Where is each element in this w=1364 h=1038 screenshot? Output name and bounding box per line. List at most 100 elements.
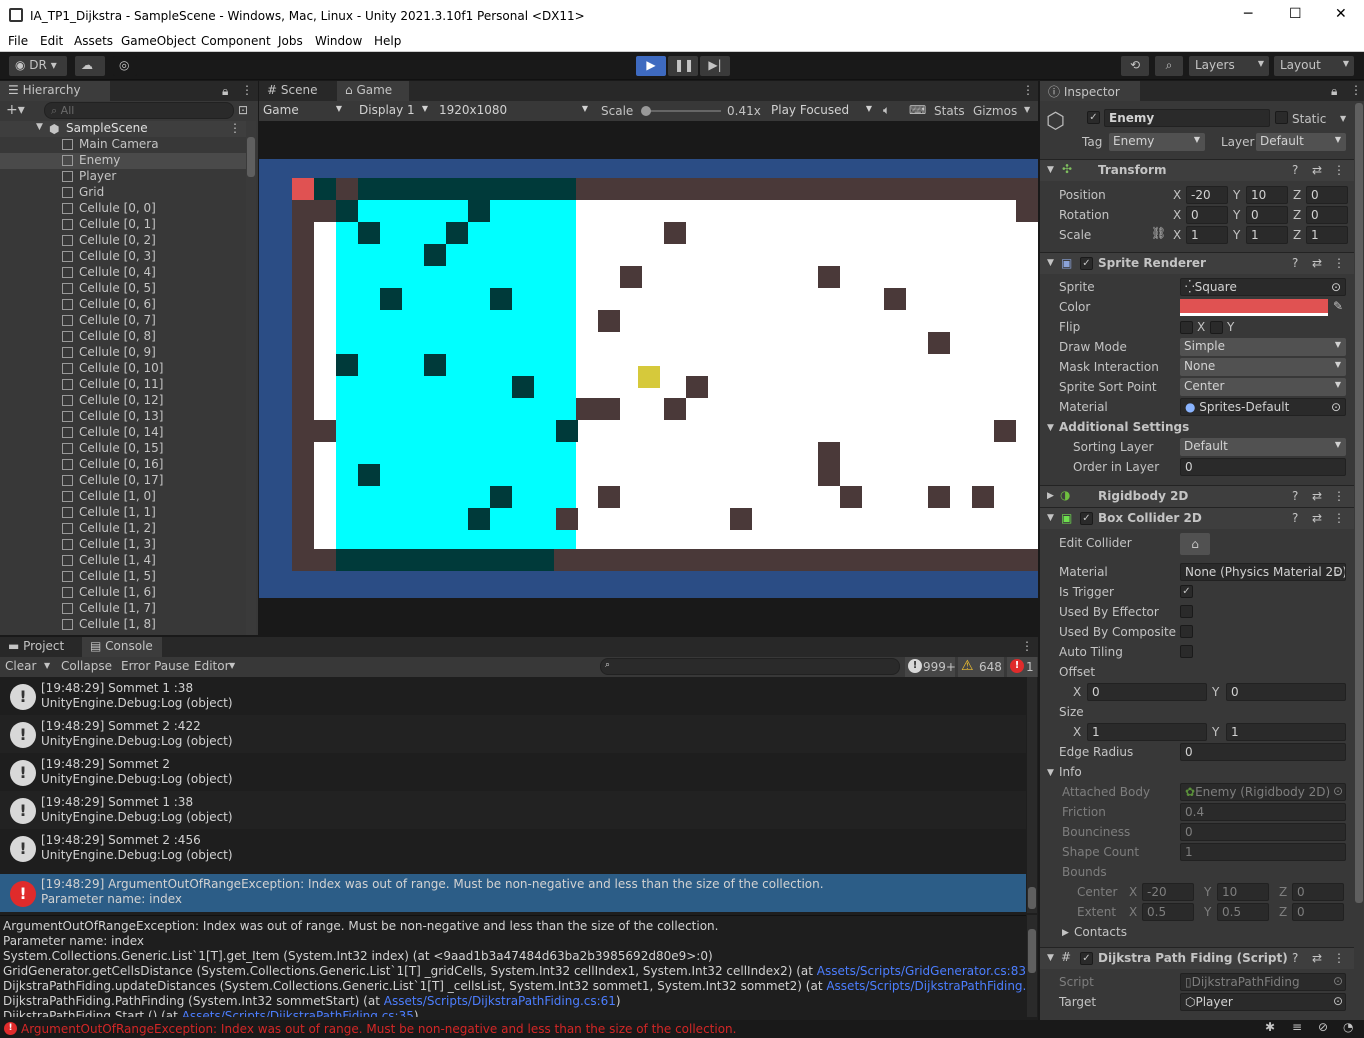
hierarchy-item[interactable]: Cellule [0, 7] [0,313,246,329]
scale-slider-thumb[interactable] [641,106,651,116]
menu-dots-icon[interactable]: ⋮ [1350,83,1362,97]
eyedropper-icon[interactable]: ✎ [1333,299,1343,313]
rotation-y-input[interactable]: 0 [1246,206,1288,224]
log-row[interactable]: ! [19:48:29] Sommet 1 :38 UnityEngine.Debu… [0,791,1026,829]
static-checkbox[interactable] [1275,111,1288,124]
component-menu-icon[interactable]: ⋮ [1333,511,1345,525]
hierarchy-item[interactable]: Cellule [0, 16] [0,457,246,473]
error-pause-button[interactable]: Error Pause [121,659,189,673]
position-z-input[interactable]: 0 [1306,186,1348,204]
hierarchy-scrollbar[interactable] [246,121,256,635]
inspector-scrollbar[interactable] [1354,101,1364,1020]
source-link[interactable]: Assets/Scripts/DijkstraPathFiding.cs:35 [182,1009,414,1017]
gizmos-button[interactable]: Gizmos [973,104,1017,118]
foldout-arrow-icon[interactable]: ▼ [1047,258,1054,268]
color-field[interactable] [1180,299,1328,316]
status-message[interactable]: ArgumentOutOfRangeException: Index was o… [21,1022,736,1036]
scrollbar-thumb[interactable] [247,137,255,177]
minimize-icon[interactable]: ─ [1244,6,1252,22]
contacts-foldout[interactable]: Contacts [1074,925,1127,939]
rotation-x-input[interactable]: 0 [1186,206,1228,224]
edge-radius-input[interactable]: 0 [1180,743,1346,761]
info-foldout[interactable]: Info [1059,765,1082,779]
box-collider-enabled-checkbox[interactable]: ✓ [1080,512,1093,525]
search-button[interactable]: ⌕ [1155,56,1183,76]
database-icon[interactable]: ≡ [1292,1020,1302,1034]
help-icon[interactable]: ? [1292,256,1298,270]
step-button[interactable]: ▶| [700,56,730,76]
scrollbar-thumb[interactable] [1028,929,1036,973]
order-in-layer-input[interactable]: 0 [1180,458,1346,476]
menu-help[interactable]: Help [374,34,401,48]
collider-material-field[interactable]: None (Physics Material 2D) [1180,563,1346,581]
hierarchy-item[interactable]: Cellule [0, 15] [0,441,246,457]
size-y-input[interactable]: 1 [1226,723,1346,741]
position-y-input[interactable]: 10 [1246,186,1288,204]
hierarchy-item[interactable]: Cellule [0, 8] [0,329,246,345]
account-button[interactable]: ◉ DR ▾ [9,56,67,76]
collapse-button[interactable]: Collapse [61,659,112,673]
preset-icon[interactable]: ⇄ [1312,489,1322,503]
hierarchy-item[interactable]: Cellule [0, 9] [0,345,246,361]
layer-dropdown[interactable]: Default [1256,133,1346,151]
hierarchy-item[interactable]: Main Camera [0,137,246,153]
foldout-arrow-icon[interactable]: ▶ [1047,491,1054,501]
component-menu-icon[interactable]: ⋮ [1333,163,1345,177]
hierarchy-item[interactable]: Cellule [0, 17] [0,473,246,489]
component-menu-icon[interactable]: ⋮ [1333,951,1345,965]
flip-x-checkbox[interactable] [1180,321,1193,334]
menu-gameobject[interactable]: GameObject [121,34,196,48]
info-count-toggle[interactable]: ! 999+ [905,657,956,677]
hierarchy-item[interactable]: Cellule [1, 1] [0,505,246,521]
play-button[interactable]: ▶ [636,56,666,76]
hierarchy-search-input[interactable]: ⌕ All [44,102,234,119]
foldout-arrow-icon[interactable]: ▼ [1047,423,1054,433]
console-search-input[interactable]: ⌕ [600,658,900,675]
active-checkbox[interactable]: ✓ [1087,111,1100,124]
hierarchy-item[interactable]: Cellule [0, 4] [0,265,246,281]
sprite-field[interactable]: ⁛Square ⊙ [1180,278,1346,296]
hierarchy-item[interactable]: Cellule [0, 14] [0,425,246,441]
pause-button[interactable]: ❚❚ [668,56,698,76]
gizmos-dropdown-icon[interactable]: ▼ [1024,105,1030,114]
material-field[interactable]: ● Sprites-Default ⊙ [1180,398,1346,416]
tab-game[interactable]: ⌂ Game [337,81,409,101]
auto-tiling-checkbox[interactable] [1180,645,1193,658]
maximize-icon[interactable]: ☐ [1289,6,1302,22]
object-name-input[interactable]: Enemy [1104,109,1270,127]
menu-file[interactable]: File [8,34,28,48]
menu-dots-icon[interactable]: ⋮ [1021,639,1033,653]
mask-interaction-dropdown[interactable]: None [1180,358,1346,376]
error-log-row[interactable]: ! [19:48:29] ArgumentOutOfRangeException:… [0,874,1026,912]
sorting-layer-dropdown[interactable]: Default [1180,438,1346,456]
tab-console[interactable]: ▤ Console [82,637,162,657]
help-icon[interactable]: ? [1292,951,1298,965]
foldout-arrow-icon[interactable]: ▼ [1047,165,1054,175]
preset-icon[interactable]: ⇄ [1312,511,1322,525]
hierarchy-item[interactable]: Cellule [1, 7] [0,601,246,617]
flip-y-checkbox[interactable] [1210,321,1223,334]
tab-hierarchy[interactable]: ☰ Hierarchy [0,81,110,101]
history-button[interactable]: ⟲ [1121,56,1149,76]
add-object-button[interactable]: +▾ [6,102,25,118]
tab-project[interactable]: ▬ Project [0,637,80,657]
stats-button[interactable]: Stats [934,104,965,118]
clear-dropdown-icon[interactable]: ▼ [44,661,50,670]
source-link[interactable]: Assets/Scripts/GridGenerator.cs:83 [817,964,1026,978]
foldout-arrow-icon[interactable]: ▶ [1062,928,1069,938]
sprite-renderer-header[interactable]: ▼ ▣ ✓ Sprite Renderer ? ⇄ ⋮ [1040,252,1364,274]
bug-icon[interactable]: ✱ [1265,1020,1275,1034]
is-trigger-checkbox[interactable]: ✓ [1180,585,1193,598]
hierarchy-item[interactable]: Cellule [0, 10] [0,361,246,377]
rotation-z-input[interactable]: 0 [1306,206,1348,224]
position-x-input[interactable]: -20 [1186,186,1228,204]
menu-assets[interactable]: Assets [74,34,113,48]
object-picker-icon[interactable]: ⊙ [1331,400,1341,414]
sprite-sort-point-dropdown[interactable]: Center [1180,378,1346,396]
foldout-arrow-icon[interactable]: ▼ [1047,513,1054,523]
scrollbar-thumb[interactable] [1028,887,1036,909]
script-header[interactable]: ▼ # ✓ Dijkstra Path Fiding (Script) ? ⇄ … [1040,947,1364,969]
scene-menu-icon[interactable]: ⋮ [229,121,241,135]
game-mode-dropdown[interactable]: Game [259,102,347,120]
stack-scrollbar[interactable] [1027,915,1037,1017]
